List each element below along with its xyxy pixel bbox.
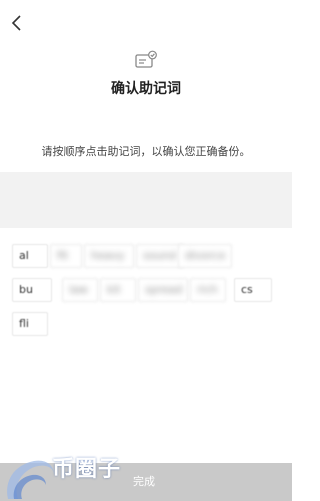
instruction-text: 请按顺序点击助记词，以确认您正确备份。 [41,145,251,158]
back-button[interactable] [8,14,26,32]
word-chip-area: al fit heavy sound divorce bu law kit sp… [12,244,284,346]
word-chip[interactable]: fli [12,312,48,336]
word-chip[interactable]: kit [100,278,136,302]
word-row: bu law kit spread rich cs [12,278,284,302]
word-chip[interactable]: law [62,278,98,302]
word-chip[interactable]: rich [190,278,226,302]
word-chip[interactable]: sound [136,244,184,268]
word-chip[interactable]: spread [138,278,188,302]
confirm-mnemonic-page: 确认助记词 请按顺序点击助记词，以确认您正确备份。 al fit heavy s… [0,0,292,501]
watermark-logo: 币圈子 [0,441,160,501]
word-chip[interactable]: heavy [84,244,134,268]
chevron-left-icon [11,15,21,31]
word-chip[interactable]: divorce [178,244,232,268]
word-row: fli [12,312,284,336]
watermark-swirl-icon [7,460,55,499]
selected-words-area[interactable] [0,172,292,228]
page-title: 确认助记词 [111,81,181,97]
word-row: al fit heavy sound divorce [12,244,284,268]
watermark-text: 币圈子 [52,457,122,482]
word-chip[interactable]: fit [50,244,82,268]
word-chip[interactable]: cs [234,278,272,302]
word-chip[interactable]: bu [12,278,52,302]
word-chip[interactable]: al [12,244,48,268]
document-check-icon [134,50,158,70]
